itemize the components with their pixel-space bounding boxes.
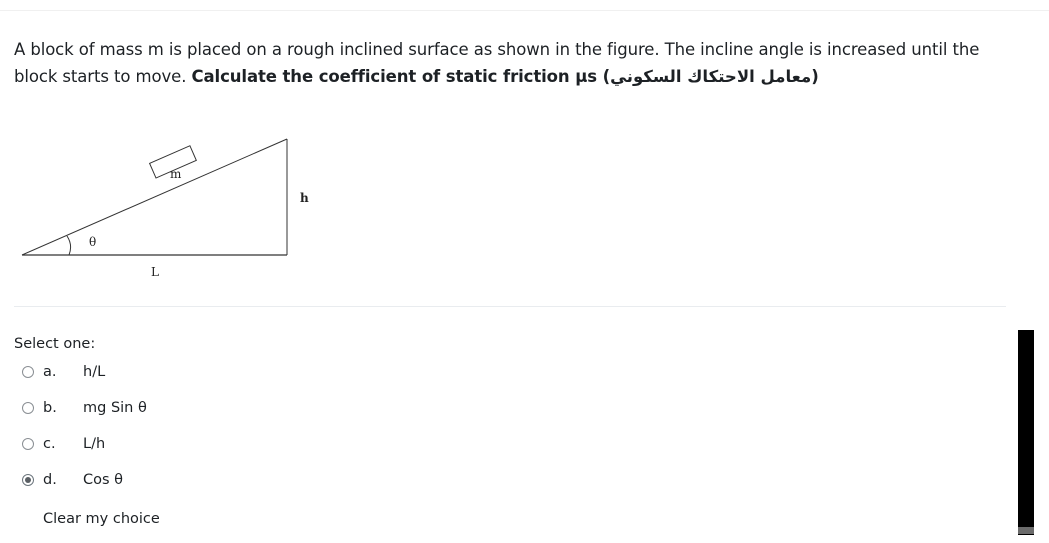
section-divider: [14, 306, 1006, 307]
option-b[interactable]: b. mg Sin θ: [22, 396, 147, 420]
angle-arc: [66, 235, 72, 256]
option-b-text: mg Sin θ: [83, 400, 147, 416]
question-text: A block of mass m is placed on a rough i…: [14, 36, 1014, 90]
incline-hypotenuse: [21, 138, 288, 256]
height-label: h: [300, 191, 309, 205]
option-a[interactable]: a. h/L: [22, 360, 147, 384]
block-label: m: [170, 167, 182, 181]
option-a-text: h/L: [83, 364, 106, 380]
answer-options: a. h/L b. mg Sin θ c. L/h d. Cos θ: [22, 360, 147, 504]
question-instruction: Calculate the coefficient of static fric…: [191, 67, 819, 86]
option-d-text: Cos θ: [83, 472, 124, 488]
radio-option-c[interactable]: [22, 438, 34, 450]
option-c-letter: c.: [43, 436, 56, 452]
option-c-text: L/h: [83, 436, 106, 452]
base-label: L: [151, 265, 159, 279]
option-a-letter: a.: [43, 364, 57, 380]
radio-option-b[interactable]: [22, 402, 34, 414]
incline-figure: m θ h L: [21, 138, 309, 279]
clear-choice-link[interactable]: Clear my choice: [43, 509, 160, 529]
radio-option-a[interactable]: [22, 366, 34, 378]
radio-option-d[interactable]: [22, 474, 34, 486]
option-c[interactable]: c. L/h: [22, 432, 147, 456]
scrollbar-end: [1018, 527, 1034, 534]
top-divider: [0, 10, 1049, 11]
option-b-letter: b.: [43, 400, 57, 416]
option-d[interactable]: d. Cos θ: [22, 468, 147, 492]
quiz-page: A block of mass m is placed on a rough i…: [0, 0, 1049, 543]
scrollbar-thumb[interactable]: [1018, 330, 1034, 535]
angle-label: θ: [89, 235, 96, 249]
select-prompt: Select one:: [14, 336, 96, 352]
option-d-letter: d.: [43, 472, 57, 488]
